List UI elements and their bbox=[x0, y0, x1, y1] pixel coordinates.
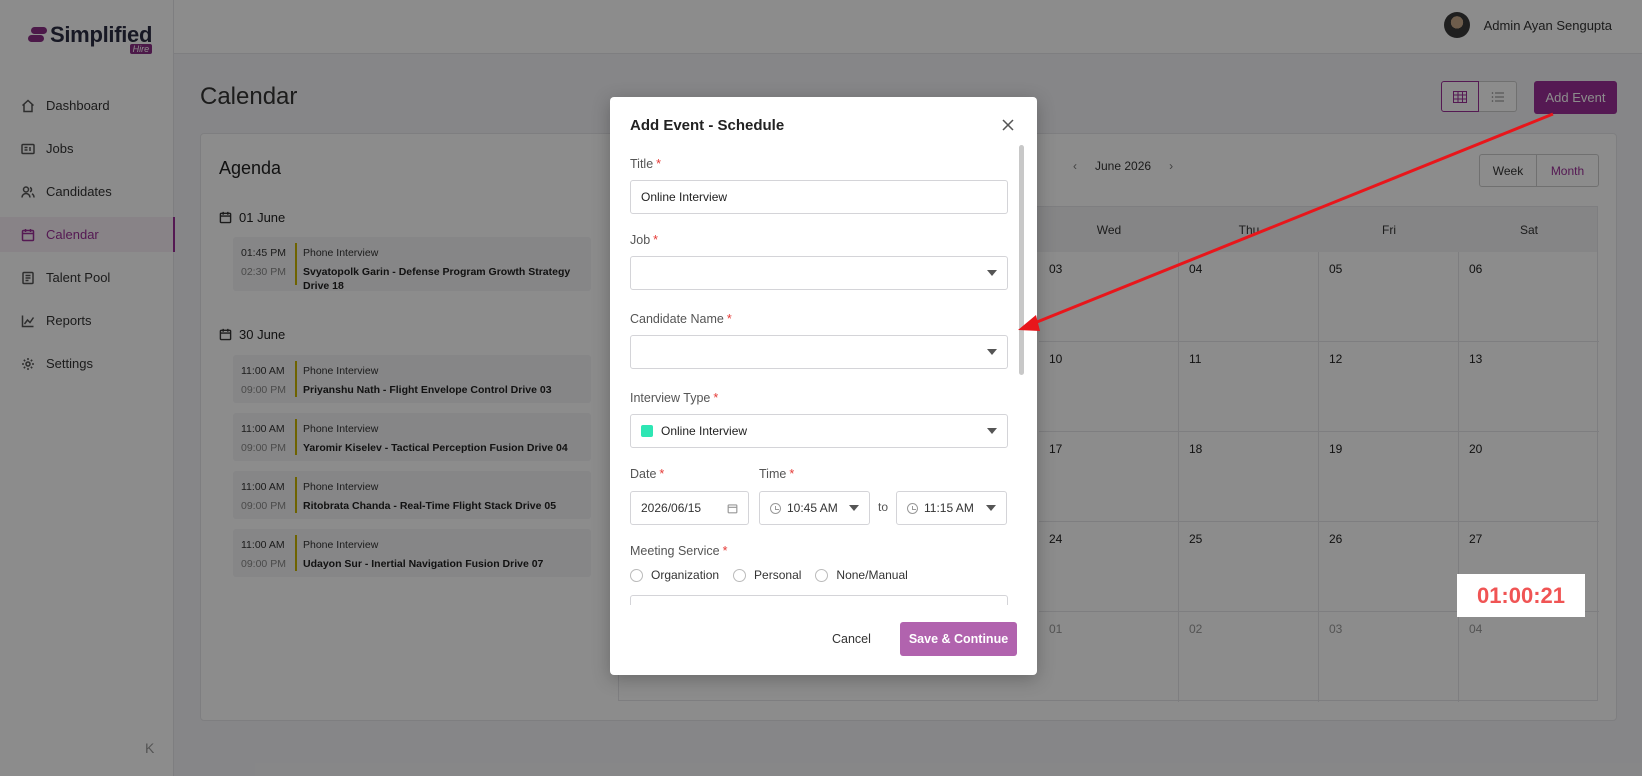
start-time-select[interactable]: 10:45 AM bbox=[759, 491, 870, 525]
meeting-service-label: Meeting Service * bbox=[630, 544, 728, 558]
meeting-service-options: Organization Personal None/Manual bbox=[630, 568, 922, 582]
date-value: 2026/06/15 bbox=[641, 501, 702, 515]
meeting-select[interactable] bbox=[630, 595, 1008, 605]
title-label: Title * bbox=[630, 157, 662, 171]
timer-overlay: 01:00:21 bbox=[1457, 574, 1585, 617]
interview-type-label: Interview Type * bbox=[630, 391, 719, 405]
clock-icon bbox=[907, 502, 918, 514]
end-time-value: 11:15 AM bbox=[924, 501, 974, 515]
radio-circle bbox=[630, 568, 643, 582]
date-input[interactable]: 2026/06/15 bbox=[630, 491, 749, 525]
event-form: Title * Online Interview Job * Candidate N… bbox=[630, 143, 1008, 605]
chevron-down-icon bbox=[849, 505, 859, 511]
interview-type-select[interactable]: Online Interview bbox=[630, 414, 1008, 448]
chevron-down-icon bbox=[987, 428, 997, 434]
modal-footer: Cancel Save & Continue bbox=[610, 605, 1037, 675]
add-event-modal: Add Event - Schedule Title * Online Inter… bbox=[610, 97, 1037, 675]
job-label: Job * bbox=[630, 233, 659, 247]
save-continue-button[interactable]: Save & Continue bbox=[900, 622, 1017, 656]
end-time-select[interactable]: 11:15 AM bbox=[896, 491, 1007, 525]
interview-type-color-swatch bbox=[641, 425, 653, 437]
time-label: Time * bbox=[759, 467, 795, 481]
title-input[interactable]: Online Interview bbox=[630, 180, 1008, 214]
job-select[interactable] bbox=[630, 256, 1008, 290]
chevron-down-icon bbox=[987, 349, 997, 355]
date-label: Date * bbox=[630, 467, 665, 481]
calendar-icon bbox=[727, 503, 738, 513]
interview-type-value: Online Interview bbox=[661, 424, 748, 438]
time-separator: to bbox=[878, 500, 889, 514]
clock-icon bbox=[770, 502, 781, 514]
cancel-button[interactable]: Cancel bbox=[832, 622, 871, 656]
radio-organization[interactable]: Organization bbox=[630, 568, 719, 582]
candidate-label: Candidate Name * bbox=[630, 312, 732, 326]
candidate-select[interactable] bbox=[630, 335, 1008, 369]
start-time-value: 10:45 AM bbox=[787, 501, 838, 515]
radio-circle bbox=[815, 568, 829, 582]
chevron-down-icon bbox=[987, 270, 997, 276]
radio-none-manual[interactable]: None/Manual bbox=[815, 568, 908, 582]
radio-circle bbox=[733, 568, 747, 582]
modal-title: Add Event - Schedule bbox=[630, 117, 785, 134]
close-icon[interactable] bbox=[1000, 117, 1016, 133]
chevron-down-icon bbox=[986, 505, 996, 511]
radio-personal[interactable]: Personal bbox=[733, 568, 801, 582]
modal-scrollbar[interactable] bbox=[1019, 145, 1024, 375]
